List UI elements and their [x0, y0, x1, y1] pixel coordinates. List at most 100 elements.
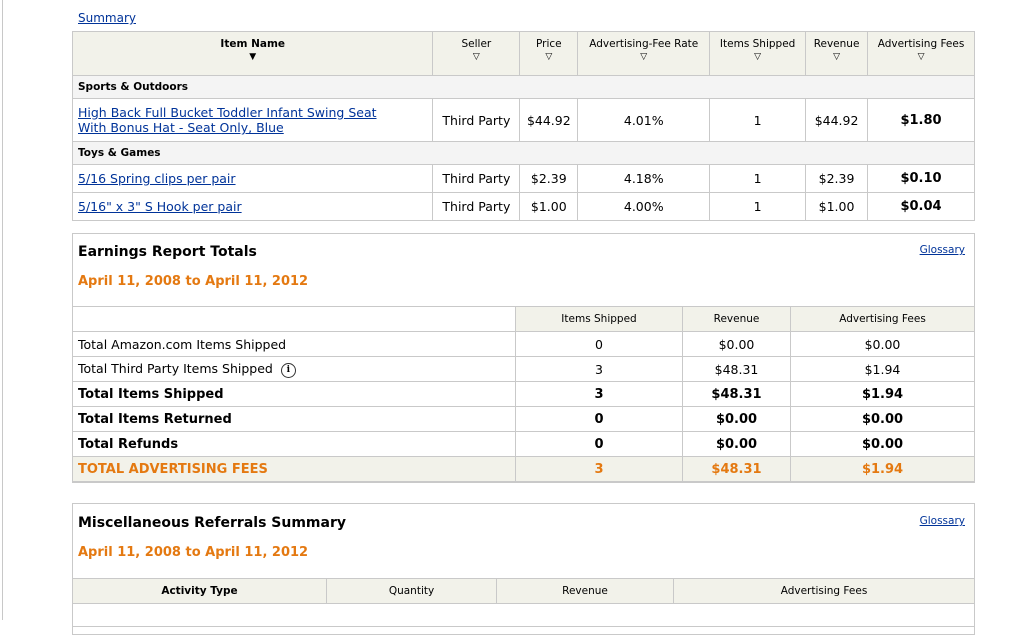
- row-label: TOTAL ADVERTISING FEES: [72, 456, 516, 482]
- category-row: Sports & Outdoors: [72, 75, 975, 99]
- earnings-totals-panel: Earnings Report Totals Glossary April 11…: [72, 233, 975, 483]
- row-label: Total Amazon.com Items Shipped: [72, 331, 516, 357]
- shipped-cell: 1: [709, 164, 807, 193]
- column-seller[interactable]: Seller ▽: [432, 31, 521, 76]
- shipped-cell: 3: [515, 356, 683, 382]
- fees-cell: $1.94: [790, 356, 975, 382]
- category-name: Toys & Games: [72, 141, 975, 165]
- column-price[interactable]: Price ▽: [519, 31, 579, 76]
- sort-desc-filled-icon[interactable]: ▼: [74, 52, 431, 62]
- glossary-link[interactable]: Glossary: [920, 244, 965, 256]
- fees-cell: $0.04: [867, 192, 975, 221]
- shipped-cell: 3: [515, 456, 683, 482]
- totals-header: Items Shipped Revenue Advertising Fees: [72, 306, 975, 332]
- misc-header: Activity Type Quantity Revenue Advertisi…: [72, 578, 975, 604]
- row-label: Total Third Party Items Shipped i: [72, 356, 516, 382]
- page-left-border: [2, 0, 3, 620]
- panel-title: Miscellaneous Referrals Summary: [78, 515, 346, 531]
- fees-cell: $0.00: [790, 406, 975, 432]
- table-row: 5/16 Spring clips per pair Third Party $…: [71, 164, 975, 193]
- table-row: Total Items Shipped 3 $48.31 $1.94: [72, 381, 975, 407]
- shipped-cell: 0: [515, 406, 683, 432]
- items-table: Item Name ▼ Seller ▽ Price ▽ Advertising…: [71, 31, 975, 221]
- info-icon[interactable]: i: [280, 362, 296, 378]
- fee-rate-cell: 4.01%: [577, 98, 711, 142]
- sort-arrow-icon[interactable]: ▽: [434, 52, 518, 62]
- sort-arrow-icon[interactable]: ▽: [807, 52, 866, 62]
- revenue-cell: $48.31: [682, 356, 791, 382]
- category-name: Sports & Outdoors: [72, 75, 975, 99]
- total-row: TOTAL ADVERTISING FEES 3 $48.31 $1.94: [72, 456, 975, 482]
- column-revenue[interactable]: Revenue ▽: [805, 31, 869, 76]
- price-cell: $2.39: [519, 164, 579, 193]
- fees-cell: $0.10: [867, 164, 975, 193]
- revenue-cell: $48.31: [682, 456, 791, 482]
- category-row: Toys & Games: [72, 141, 975, 165]
- row-label: Total Items Shipped: [72, 381, 516, 407]
- price-cell: $1.00: [519, 192, 579, 221]
- seller-cell: Third Party: [432, 98, 521, 142]
- item-link[interactable]: 5/16" x 3" S Hook per pair: [78, 199, 242, 214]
- column-items-shipped[interactable]: Items Shipped ▽: [709, 31, 807, 76]
- column-activity-type: Activity Type: [72, 578, 327, 604]
- column-revenue: Revenue: [496, 578, 674, 604]
- revenue-cell: $48.31: [682, 381, 791, 407]
- table-row: 5/16" x 3" S Hook per pair Third Party $…: [71, 192, 975, 221]
- fees-cell: $0.00: [790, 431, 975, 457]
- fee-rate-cell: 4.00%: [577, 192, 711, 221]
- price-cell: $44.92: [519, 98, 579, 142]
- item-name-cell: 5/16" x 3" S Hook per pair: [71, 192, 434, 221]
- shipped-cell: 0: [515, 331, 683, 357]
- column-fee-rate[interactable]: Advertising-Fee Rate ▽: [577, 31, 711, 76]
- shipped-cell: 0: [515, 431, 683, 457]
- shipped-cell: 1: [709, 98, 807, 142]
- item-name-cell: 5/16 Spring clips per pair: [71, 164, 434, 193]
- row-label: Total Refunds: [72, 431, 516, 457]
- fees-cell: $1.94: [790, 381, 975, 407]
- table-row: High Back Full Bucket Toddler Infant Swi…: [71, 98, 975, 142]
- revenue-cell: $44.92: [805, 98, 869, 142]
- item-link[interactable]: 5/16 Spring clips per pair: [78, 171, 236, 186]
- table-row: Total Third Party Items Shipped i 3 $48.3…: [72, 356, 975, 382]
- item-name-cell: High Back Full Bucket Toddler Infant Swi…: [71, 98, 434, 142]
- row-label: Total Items Returned: [72, 406, 516, 432]
- empty-row: [72, 603, 975, 627]
- revenue-cell: $0.00: [682, 406, 791, 432]
- column-item-name[interactable]: Item Name ▼: [71, 31, 434, 76]
- shipped-cell: 1: [709, 192, 807, 221]
- table-row: Total Refunds 0 $0.00 $0.00: [72, 431, 975, 457]
- column-items-shipped: Items Shipped: [515, 306, 683, 332]
- table-row: [72, 603, 975, 627]
- items-table-header: Item Name ▼ Seller ▽ Price ▽ Advertising…: [71, 31, 975, 76]
- column-quantity: Quantity: [326, 578, 497, 604]
- sort-arrow-icon[interactable]: ▽: [711, 52, 804, 62]
- column-advertising-fees[interactable]: Advertising Fees ▽: [867, 31, 975, 76]
- glossary-link[interactable]: Glossary: [920, 515, 965, 527]
- revenue-cell: $2.39: [805, 164, 869, 193]
- panel-title: Earnings Report Totals: [78, 244, 257, 260]
- summary-link[interactable]: Summary: [78, 11, 136, 25]
- item-link[interactable]: High Back Full Bucket Toddler Infant Swi…: [78, 105, 377, 135]
- fees-cell: $1.80: [867, 98, 975, 142]
- fee-rate-cell: 4.18%: [577, 164, 711, 193]
- blank-header: [72, 306, 516, 332]
- revenue-cell: $0.00: [682, 331, 791, 357]
- revenue-cell: $0.00: [682, 431, 791, 457]
- date-range: April 11, 2008 to April 11, 2012: [78, 274, 309, 289]
- sort-arrow-icon[interactable]: ▽: [579, 52, 708, 62]
- column-advertising-fees: Advertising Fees: [790, 306, 975, 332]
- table-row: Total Items Returned 0 $0.00 $0.00: [72, 406, 975, 432]
- seller-cell: Third Party: [432, 192, 521, 221]
- sort-arrow-icon[interactable]: ▽: [521, 52, 576, 62]
- earnings-totals-table: Items Shipped Revenue Advertising Fees T…: [72, 306, 975, 482]
- seller-cell: Third Party: [432, 164, 521, 193]
- date-range: April 11, 2008 to April 11, 2012: [78, 545, 309, 560]
- sort-arrow-icon[interactable]: ▽: [869, 52, 973, 62]
- misc-referrals-panel: Miscellaneous Referrals Summary Glossary…: [72, 503, 975, 635]
- fees-cell: $0.00: [790, 331, 975, 357]
- column-revenue: Revenue: [682, 306, 791, 332]
- fees-cell: $1.94: [790, 456, 975, 482]
- table-row: Total Amazon.com Items Shipped 0 $0.00 $…: [72, 331, 975, 357]
- column-advertising-fees: Advertising Fees: [673, 578, 975, 604]
- revenue-cell: $1.00: [805, 192, 869, 221]
